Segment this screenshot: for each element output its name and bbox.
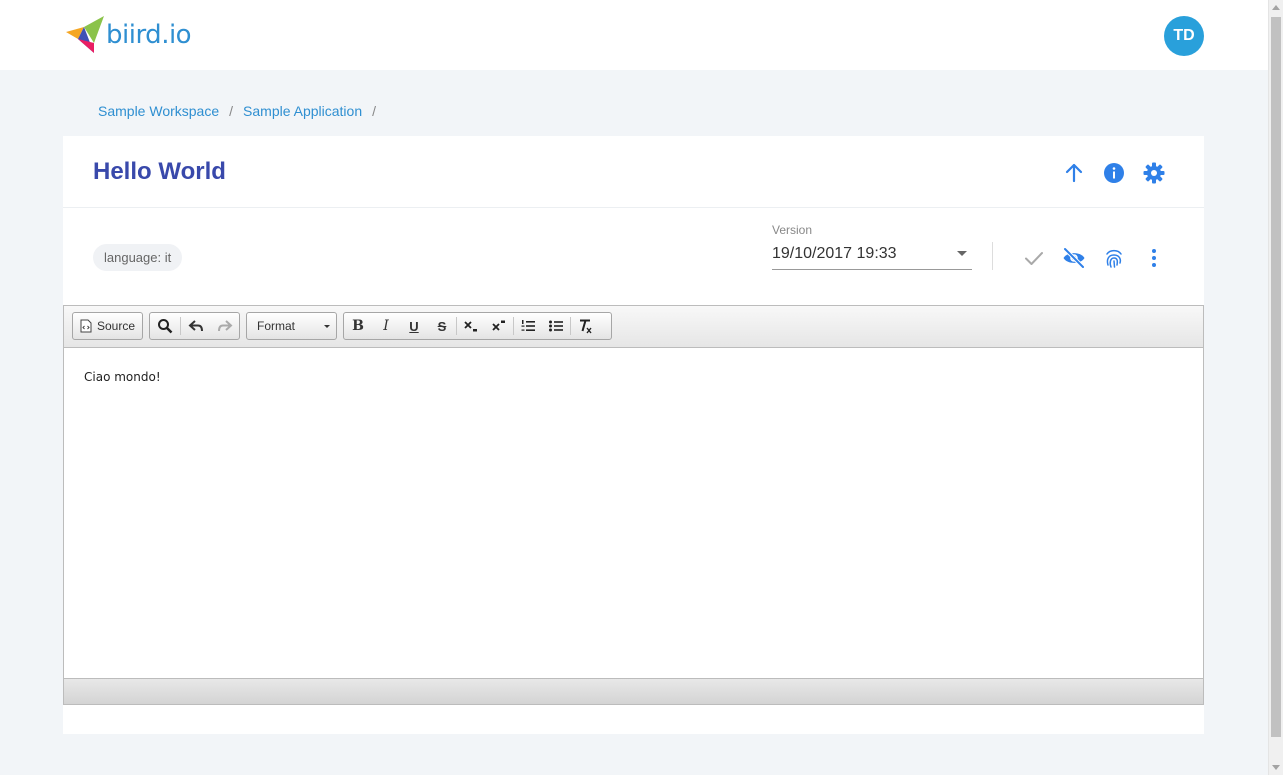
bulleted-list-icon: [549, 320, 563, 332]
subscript-icon: [464, 321, 477, 332]
source-icon: [80, 319, 92, 333]
page-title: Hello World: [93, 158, 226, 185]
bold-button[interactable]: B: [344, 313, 372, 339]
meta-row: language: it Version 19/10/2017 19:33: [63, 209, 1204, 305]
version-label: Version: [772, 223, 813, 237]
content-card: Hello World language: it Version 19/10/2…: [63, 136, 1204, 734]
info-icon[interactable]: [1102, 161, 1126, 185]
breadcrumb-separator: /: [229, 103, 234, 119]
history-group: [149, 312, 240, 340]
version-value: 19/10/2017 19:33: [772, 245, 897, 262]
scroll-up-icon[interactable]: [1272, 5, 1280, 10]
bird-logo-icon: [66, 16, 104, 53]
arrow-up-icon[interactable]: [1062, 161, 1086, 185]
breadcrumb: Sample Workspace / Sample Application /: [98, 103, 376, 119]
subscript-button[interactable]: [457, 313, 485, 339]
undo-icon: [188, 320, 203, 332]
fingerprint-icon[interactable]: [1102, 246, 1126, 270]
caret-down-icon: [957, 251, 967, 256]
redo-icon: [217, 320, 232, 332]
scroll-down-icon[interactable]: [1272, 765, 1280, 770]
editor-content: Ciao mondo!: [84, 370, 161, 384]
rich-text-editor: Source Format B I U S Ciao mondo!: [63, 305, 1204, 705]
numbered-list-button[interactable]: [514, 313, 542, 339]
formatting-group: B I U S: [343, 312, 612, 340]
scroll-thumb[interactable]: [1271, 17, 1281, 737]
version-select[interactable]: 19/10/2017 19:33: [772, 243, 972, 270]
bulleted-list-button[interactable]: [542, 313, 570, 339]
language-chip[interactable]: language: it: [93, 244, 183, 271]
format-select[interactable]: Format: [246, 312, 337, 340]
remove-format-icon: [580, 319, 592, 334]
breadcrumb-separator: /: [372, 103, 376, 119]
redo-button[interactable]: [210, 313, 239, 339]
more-vert-icon[interactable]: [1142, 246, 1166, 270]
logo[interactable]: biird.io: [64, 15, 192, 55]
breadcrumb-workspace[interactable]: Sample Workspace: [98, 103, 219, 119]
dropdown-arrow-icon: [324, 324, 330, 328]
strikethrough-button[interactable]: S: [428, 313, 456, 339]
source-group: Source: [72, 312, 143, 340]
find-button[interactable]: [150, 313, 180, 339]
underline-button[interactable]: U: [400, 313, 428, 339]
card-header: Hello World: [63, 136, 1204, 208]
source-button[interactable]: Source: [73, 313, 142, 339]
editor-toolbar: Source Format B I U S: [64, 306, 1203, 348]
avatar[interactable]: TD: [1164, 16, 1204, 56]
breadcrumb-application[interactable]: Sample Application: [243, 103, 362, 119]
editor-status-bar: [64, 678, 1203, 704]
search-icon: [158, 319, 173, 334]
superscript-button[interactable]: [485, 313, 513, 339]
logo-text: biird.io: [106, 20, 192, 50]
top-bar: biird.io TD: [0, 0, 1268, 70]
superscript-icon: [492, 320, 505, 331]
numbered-list-icon: [521, 320, 535, 331]
italic-button[interactable]: I: [372, 313, 400, 339]
editor-content-area[interactable]: Ciao mondo!: [64, 348, 1203, 678]
divider: [992, 242, 993, 270]
gear-icon[interactable]: [1142, 161, 1166, 185]
source-label: Source: [96, 319, 136, 333]
remove-format-button[interactable]: [571, 313, 599, 339]
check-icon[interactable]: [1022, 246, 1046, 270]
format-label: Format: [257, 319, 296, 333]
scrollbar[interactable]: [1268, 0, 1283, 775]
eye-off-icon[interactable]: [1062, 246, 1086, 270]
undo-button[interactable]: [181, 313, 210, 339]
